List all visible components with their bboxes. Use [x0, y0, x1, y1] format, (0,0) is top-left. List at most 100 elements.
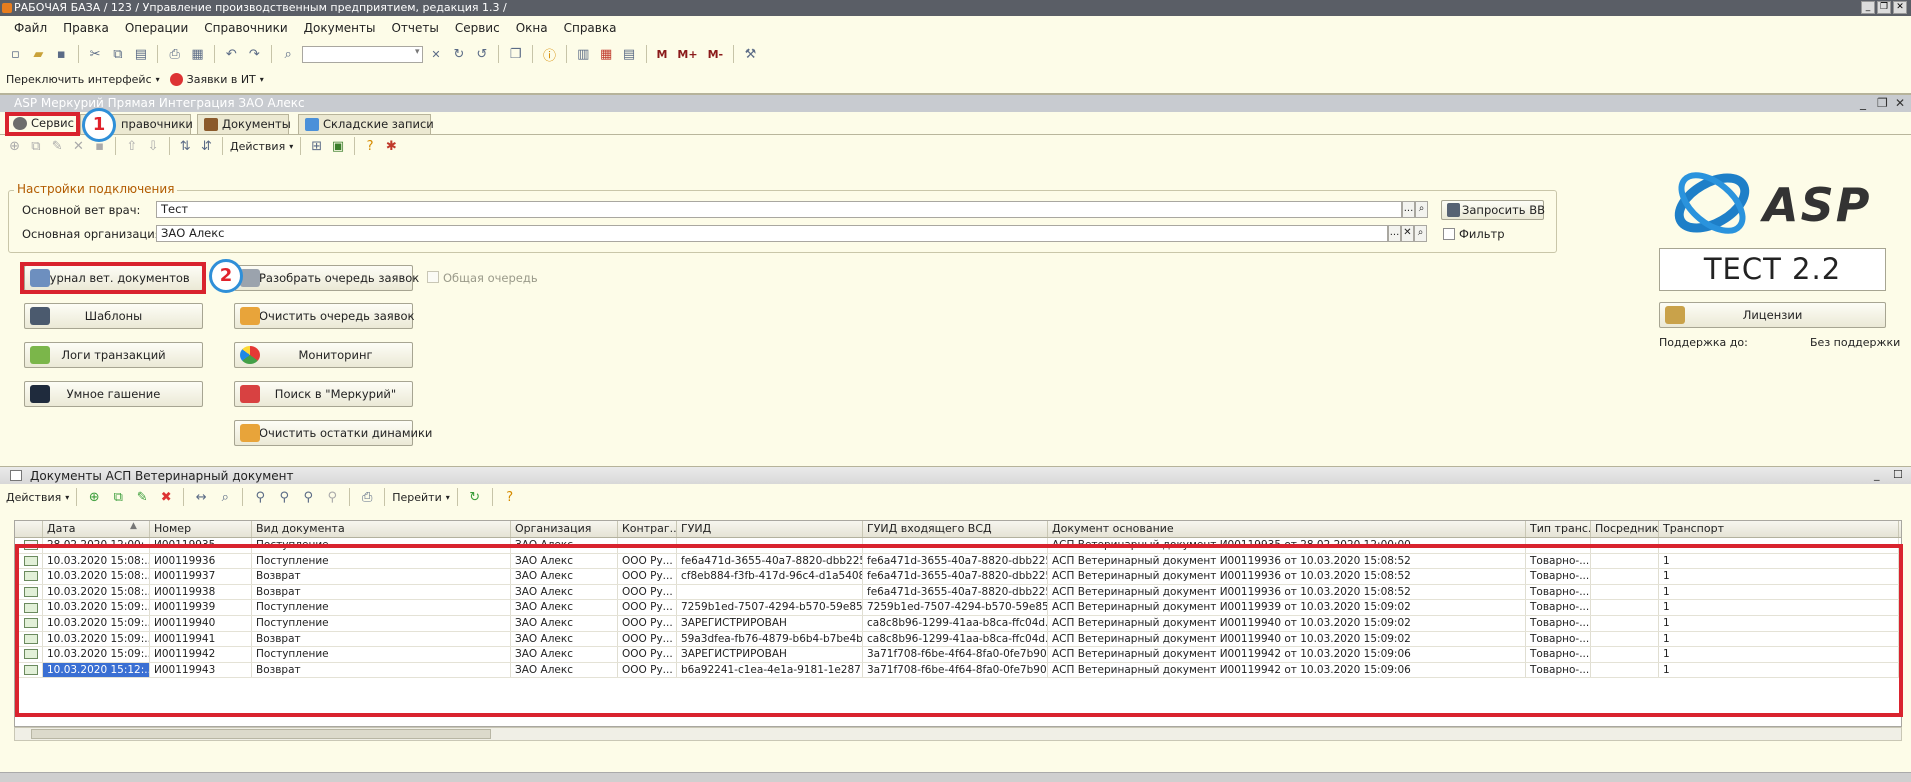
switch-interface-button[interactable]: Переключить интерфейс — [6, 73, 152, 86]
restore-app-button[interactable]: ❐ — [1877, 1, 1891, 14]
chevron-down-icon[interactable]: ▾ — [415, 47, 420, 57]
menu-catalogs[interactable]: Справочники — [196, 16, 295, 40]
tab-warehouse[interactable]: Складские записи — [298, 114, 434, 134]
filter-checkbox[interactable] — [1443, 228, 1455, 240]
menu-service[interactable]: Сервис — [447, 16, 508, 40]
menu-documents[interactable]: Документы — [296, 16, 384, 40]
menu-edit[interactable]: Правка — [55, 16, 117, 40]
maximize-list-button[interactable]: ☐ — [1893, 468, 1903, 481]
list-actions-menu[interactable]: Действия — [6, 491, 61, 504]
chevron-down-icon[interactable]: ▾ — [65, 493, 69, 502]
tab-documents[interactable]: Документы — [197, 114, 291, 134]
cut-icon[interactable]: ✂ — [86, 44, 105, 64]
paste-icon[interactable]: ▤ — [131, 44, 150, 64]
help-icon[interactable]: ? — [361, 136, 378, 156]
close-form-button[interactable]: ✕ — [1895, 96, 1905, 110]
menu-file[interactable]: Файл — [6, 16, 55, 40]
redo-icon[interactable]: ↷ — [245, 44, 264, 64]
column-header-intermediary[interactable]: Посредник — [1591, 521, 1659, 537]
column-header-transport-type[interactable]: Тип транс... — [1526, 521, 1591, 537]
filter-history-icon[interactable]: ⚲ — [298, 487, 318, 507]
edit-icon[interactable]: ✎ — [49, 136, 66, 156]
memory-subtract-button[interactable]: M- — [705, 48, 727, 61]
scrollbar-thumb[interactable] — [31, 729, 491, 739]
column-header-base-document[interactable]: Документ основание — [1048, 521, 1526, 537]
structure-icon[interactable]: ⊞ — [308, 136, 325, 156]
close-app-button[interactable]: ✕ — [1893, 1, 1907, 14]
common-queue-checkbox[interactable] — [427, 271, 439, 283]
requests-it-button[interactable]: Заявки в ИТ — [187, 73, 256, 86]
copy-item-icon[interactable]: ⧉ — [27, 136, 44, 156]
column-header-number[interactable]: Номер — [150, 521, 252, 537]
sort-asc-icon[interactable]: ▲ — [130, 521, 137, 531]
minimize-form-button[interactable]: _ — [1860, 96, 1866, 110]
add-icon[interactable]: ⊕ — [84, 487, 104, 507]
edit-icon[interactable]: ✎ — [132, 487, 152, 507]
refresh-icon[interactable]: ↻ — [465, 487, 485, 507]
menu-reports[interactable]: Отчеты — [383, 16, 446, 40]
column-header-counterparty[interactable]: Контраг... — [618, 521, 677, 537]
memory-button[interactable]: M — [653, 48, 670, 61]
org-search-icon[interactable]: ⌕ — [1414, 225, 1427, 242]
vet-select-button[interactable]: ... — [1402, 201, 1415, 218]
print-icon[interactable]: ⎙ — [165, 44, 184, 64]
add-icon[interactable]: ⊕ — [6, 136, 23, 156]
sort-asc-icon[interactable]: ⇅ — [177, 136, 194, 156]
find-next-icon[interactable]: ↻ — [449, 44, 468, 64]
copy-icon[interactable]: ⧉ — [109, 44, 128, 64]
column-header-incoming-guid[interactable]: ГУИД входящего ВСД — [863, 521, 1048, 537]
clear-filter-icon[interactable]: ⚲ — [322, 487, 342, 507]
restore-form-button[interactable]: ❐ — [1877, 96, 1888, 110]
horizontal-scrollbar[interactable] — [14, 727, 1902, 741]
search-icon[interactable]: ⌕ — [279, 44, 298, 64]
minimize-list-button[interactable]: _ — [1874, 468, 1880, 481]
actions-menu[interactable]: Действия — [230, 140, 285, 153]
save-icon[interactable]: ▪ — [52, 44, 71, 64]
menu-operations[interactable]: Операции — [117, 16, 196, 40]
delete-icon[interactable]: ✕ — [70, 136, 87, 156]
vet-search-icon[interactable]: ⌕ — [1415, 201, 1428, 218]
calendar-icon[interactable]: ▦ — [597, 44, 616, 64]
clear-remains-button[interactable]: Очистить остатки динамики — [234, 420, 432, 446]
info-icon[interactable]: ⓘ — [540, 44, 559, 64]
report-icon[interactable]: ▣ — [329, 136, 346, 156]
calculator-icon[interactable]: ▥ — [574, 44, 593, 64]
column-header-doc-type[interactable]: Вид документа — [252, 521, 511, 537]
clear-queue-button[interactable]: Очистить очередь заявок — [234, 303, 414, 329]
search-mercury-button[interactable]: Поиск в "Меркурий" — [234, 381, 413, 407]
move-up-icon[interactable]: ⇧ — [123, 136, 140, 156]
transaction-logs-button[interactable]: Логи транзакций — [24, 342, 203, 368]
chevron-down-icon[interactable]: ▾ — [289, 142, 293, 151]
request-vv-button[interactable]: Запросить ВВ — [1441, 200, 1545, 220]
undo-icon[interactable]: ↶ — [222, 44, 241, 64]
memory-add-button[interactable]: M+ — [674, 48, 700, 61]
find-icon[interactable]: ⌕ — [215, 487, 235, 507]
find-prev-icon[interactable]: ↺ — [472, 44, 491, 64]
windows-icon[interactable]: ❐ — [506, 44, 525, 64]
parse-queue-button[interactable]: Разобрать очередь заявок — [234, 265, 419, 291]
text-icon[interactable]: ▤ — [620, 44, 639, 64]
menu-help[interactable]: Справка — [556, 16, 625, 40]
search-combo-input[interactable]: ▾ — [301, 45, 423, 63]
org-select-button[interactable]: ... — [1388, 225, 1401, 242]
filter-icon[interactable]: ⚲ — [250, 487, 270, 507]
delete-icon[interactable]: ✖ — [156, 487, 176, 507]
chevron-down-icon[interactable]: ▾ — [156, 75, 160, 84]
move-down-icon[interactable]: ⇩ — [144, 136, 161, 156]
clear-search-icon[interactable]: ✕ — [427, 44, 446, 64]
minimize-app-button[interactable]: _ — [1861, 1, 1875, 14]
smart-extinguish-button[interactable]: Умное гашение — [24, 381, 203, 407]
open-folder-icon[interactable]: ▰ — [29, 44, 48, 64]
interval-icon[interactable]: ↔ — [191, 487, 211, 507]
monitoring-button[interactable]: Мониторинг — [234, 342, 413, 368]
settings-icon[interactable]: ✱ — [383, 136, 400, 156]
goto-menu[interactable]: Перейти — [392, 491, 442, 504]
org-field[interactable]: ЗАО Алекс — [156, 225, 1388, 242]
vet-field[interactable]: Тест — [156, 201, 1402, 218]
sort-desc-icon[interactable]: ⇵ — [198, 136, 215, 156]
filter-by-value-icon[interactable]: ⚲ — [274, 487, 294, 507]
help-icon[interactable]: ? — [500, 487, 520, 507]
templates-button[interactable]: Шаблоны — [24, 303, 203, 329]
column-header-organization[interactable]: Организация — [511, 521, 618, 537]
tools-icon[interactable]: ⚒ — [741, 44, 760, 64]
